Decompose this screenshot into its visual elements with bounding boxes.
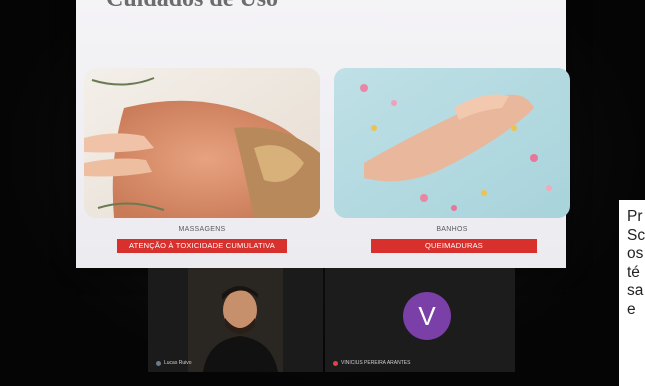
massage-caption: MASSAGENS [178, 226, 226, 233]
massage-image [84, 68, 320, 218]
caption-line: Sc [627, 226, 645, 244]
mic-muted-icon [333, 360, 338, 366]
toxicity-warning-bar: ATENÇÃO À TOXICIDADE CUMULATIVA [117, 239, 287, 253]
participant-name: Lucas Ruivo [164, 360, 192, 366]
bath-image [334, 68, 570, 218]
mic-icon [156, 360, 161, 366]
presenter-video [148, 268, 323, 372]
caption-text: Pr Sc os té sa e [619, 200, 645, 320]
avatar: V [403, 292, 451, 340]
caption-line: Pr [627, 208, 643, 225]
bath-illustration [334, 68, 570, 218]
caption-line: té [627, 263, 640, 281]
caption-line: e [627, 300, 636, 318]
participant-name: VINICIUS PEREIRA ARANTES [341, 360, 411, 366]
bath-caption: BANHOS [436, 226, 468, 233]
caption-line: os [627, 245, 644, 263]
participant-name-label: VINICIUS PEREIRA ARANTES [333, 360, 410, 366]
participant-tile-avatar[interactable]: V VINICIUS PEREIRA ARANTES [325, 268, 515, 372]
presentation-slide: Cuidados de Uso [76, 0, 570, 268]
caption-overlay: Pr Sc os té sa e [619, 200, 645, 386]
massage-illustration [84, 68, 320, 218]
burns-warning-bar: QUEIMADURAS [371, 239, 537, 253]
caption-line: sa [627, 282, 644, 300]
participant-name-label: Lucas Ruivo [156, 360, 192, 366]
slide-title: Cuidados de Uso [106, 0, 278, 13]
photo-of-screen: Cuidados de Uso [0, 0, 645, 386]
participant-tile-video[interactable]: Lucas Ruivo [148, 268, 323, 372]
